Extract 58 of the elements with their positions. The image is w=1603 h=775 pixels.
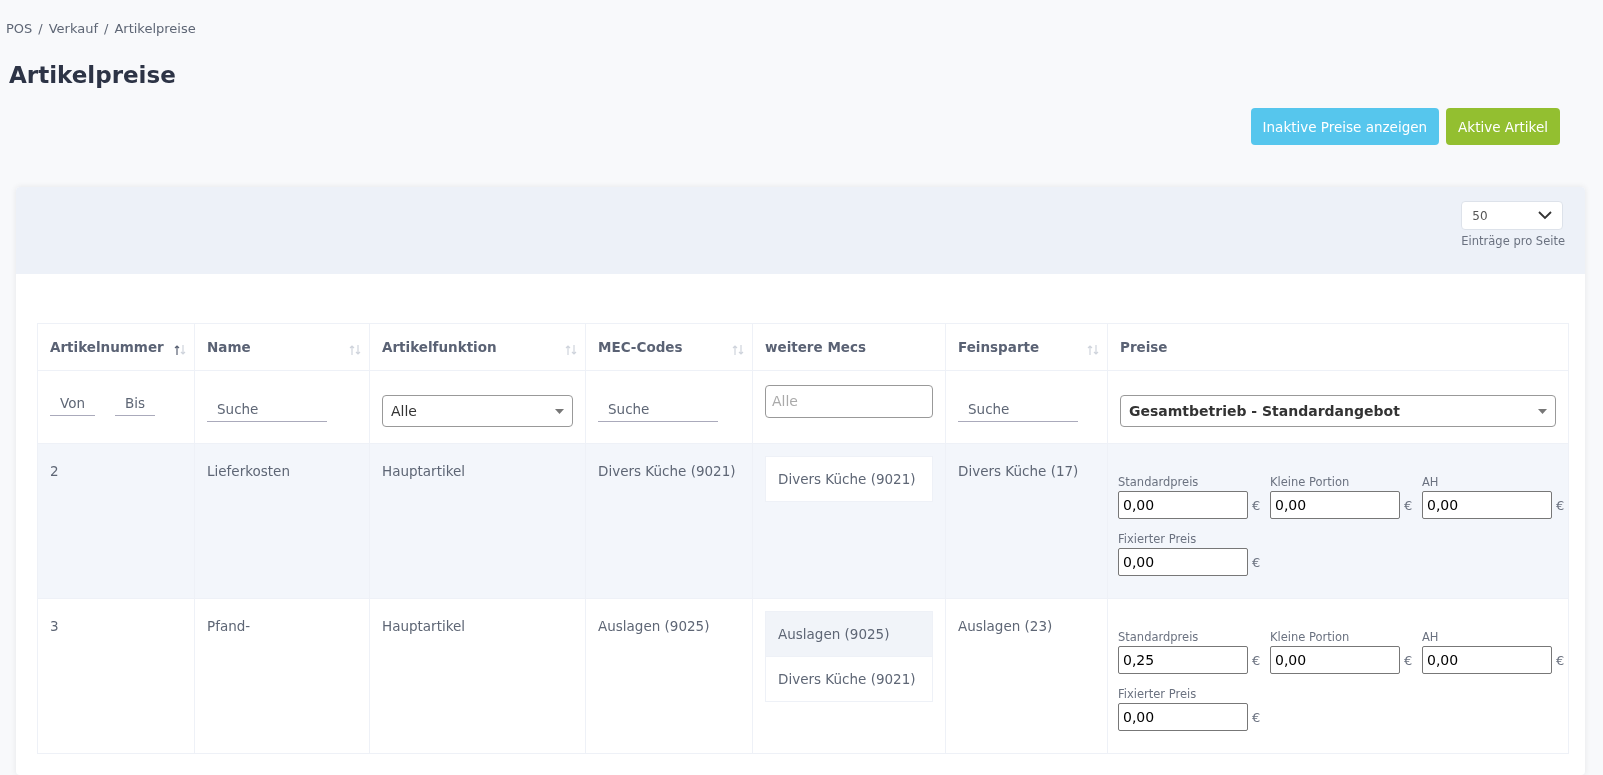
price-input[interactable]: 0,00 <box>1270 491 1400 519</box>
currency-symbol: € <box>1404 652 1413 668</box>
currency-symbol: € <box>1556 497 1565 513</box>
price-input[interactable]: 0,00 <box>1118 491 1248 519</box>
table-cell-text: Hauptartikel <box>382 462 467 479</box>
to-field[interactable]: Bis <box>115 390 156 416</box>
price-label: Standardpreis <box>1118 475 1200 489</box>
table-cell-text: Pfand- <box>207 617 252 634</box>
column-header[interactable]: Artikelnummer <box>37 323 195 371</box>
price-input[interactable]: 0,00 <box>1118 703 1248 731</box>
select-field[interactable]: Gesamtbetrieb - Standardangebot <box>1120 395 1556 427</box>
page-size-select[interactable]: 50 <box>1461 201 1564 230</box>
breadcrumb-item: Artikelpreise <box>114 21 196 36</box>
price-label: Kleine Portion <box>1270 475 1351 489</box>
price-input[interactable]: 0,00 <box>1270 646 1400 674</box>
select-field[interactable]: Alle <box>382 395 573 427</box>
table-cell-text: 2 <box>50 462 60 479</box>
breadcrumb-item[interactable]: Verkauf <box>48 21 99 36</box>
table-cell-text: Hauptartikel <box>382 617 467 634</box>
breadcrumb-separator: / <box>38 21 43 36</box>
column-header: Preise <box>1107 323 1569 371</box>
price-label: AH <box>1422 630 1440 644</box>
price-label: Standardpreis <box>1118 630 1200 644</box>
column-header: weitere Mecs <box>752 323 946 371</box>
table-cell-text: 3 <box>50 617 60 634</box>
price-label: AH <box>1422 475 1440 489</box>
sort-icon[interactable] <box>174 344 186 356</box>
caret-icon <box>555 408 564 414</box>
table-cell-text: Auslagen (23) <box>958 617 1054 634</box>
table-cell-text: Lieferkosten <box>207 462 291 479</box>
currency-symbol: € <box>1404 497 1413 513</box>
column-header[interactable]: Name <box>194 323 370 371</box>
column-header[interactable]: MEC-Codes <box>585 323 753 371</box>
caret-icon <box>1538 408 1547 414</box>
price-label: Fixierter Preis <box>1118 532 1198 546</box>
table-cell-text: Divers Küche (17) <box>958 462 1080 479</box>
page-size-caption: Einträge pro Seite <box>1461 234 1565 248</box>
currency-symbol: € <box>1252 652 1261 668</box>
mec-item: Auslagen (9025) <box>766 612 932 656</box>
price-input[interactable]: 0,00 <box>1422 491 1552 519</box>
table-cell-text: Divers Küche (9021) <box>598 462 737 479</box>
page-title: Artikelpreise <box>9 62 177 88</box>
price-label: Kleine Portion <box>1270 630 1351 644</box>
price-input[interactable]: 0,25 <box>1118 646 1248 674</box>
from-field[interactable]: Von <box>50 390 95 416</box>
table-cell-text: Auslagen (9025) <box>598 617 711 634</box>
price-label: Fixierter Preis <box>1118 687 1198 701</box>
currency-symbol: € <box>1252 497 1261 513</box>
breadcrumb-separator: / <box>104 21 109 36</box>
price-input[interactable]: 0,00 <box>1118 548 1248 576</box>
column-header[interactable]: Artikelfunktion <box>369 323 586 371</box>
currency-symbol: € <box>1556 652 1565 668</box>
price-input[interactable]: 0,00 <box>1422 646 1552 674</box>
currency-symbol: € <box>1252 709 1261 725</box>
column-header[interactable]: Feinsparte <box>945 323 1108 371</box>
chevron-icon <box>1538 211 1553 220</box>
currency-symbol: € <box>1252 554 1261 570</box>
breadcrumb-item[interactable]: POS <box>6 21 33 36</box>
